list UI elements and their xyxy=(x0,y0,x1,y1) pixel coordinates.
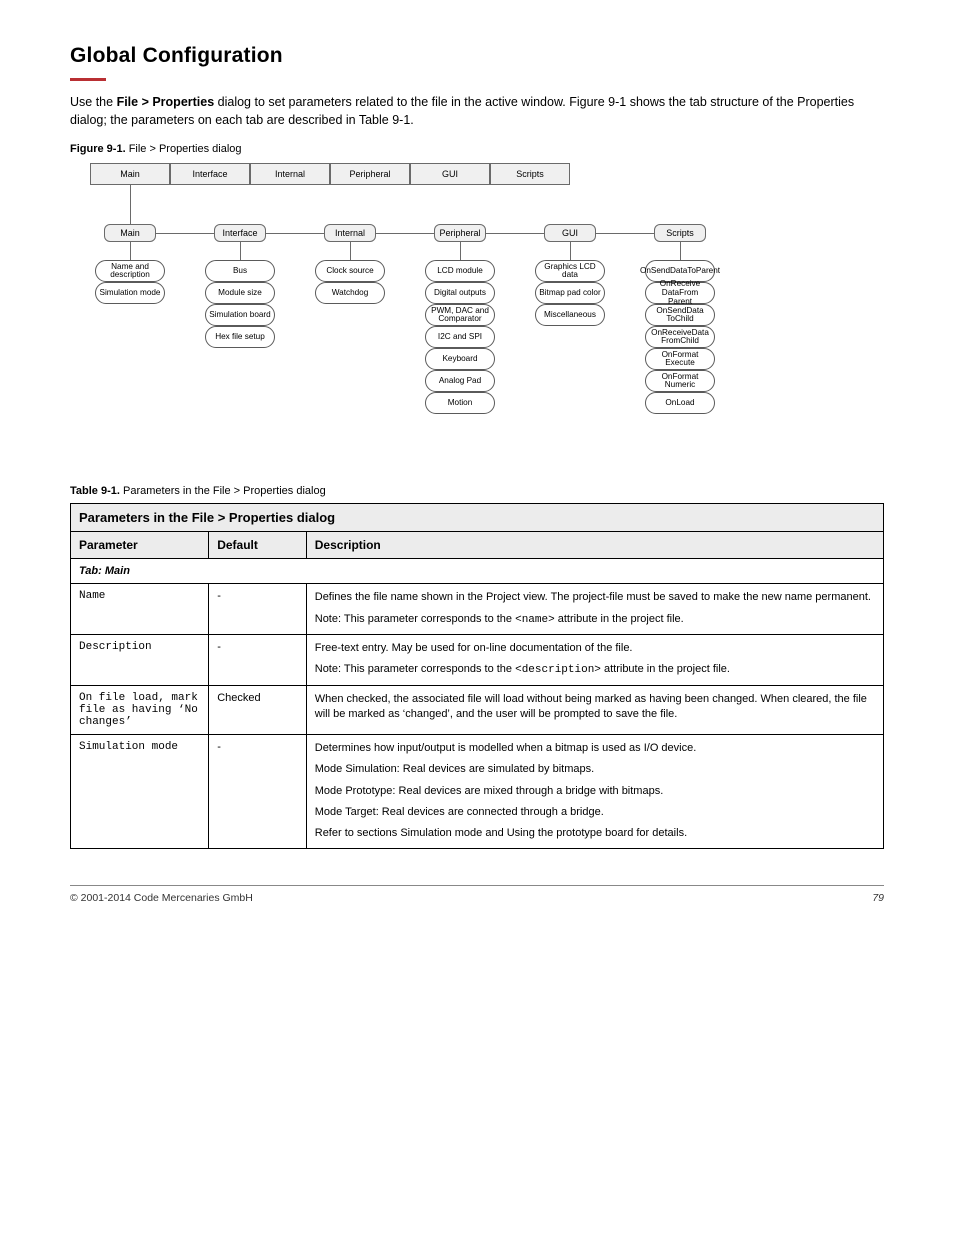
diagram-item: Clock source xyxy=(315,260,385,282)
diagram-branch: GUI xyxy=(544,224,596,242)
table-row: Simulation mode - Determines how input/o… xyxy=(71,734,884,848)
table-row: On file load, mark file as having ‘No ch… xyxy=(71,685,884,734)
diagram-item: PWM, DAC and Comparator xyxy=(425,304,495,326)
page-footer: © 2001-2014 Code Mercenaries GmbH 79 xyxy=(70,885,884,904)
diagram-tab: Scripts xyxy=(490,163,570,185)
diagram-branch: Interface xyxy=(214,224,266,242)
page-number: 79 xyxy=(872,892,884,904)
diagram-item: Bus xyxy=(205,260,275,282)
diagram-item: OnLoad xyxy=(645,392,715,414)
param-default: - xyxy=(209,584,307,635)
properties-dialog-diagram: Main Interface Internal Peripheral GUI S… xyxy=(70,163,710,463)
diagram-item: Graphics LCD data xyxy=(535,260,605,282)
properties-parameters-table: Parameters in the File > Properties dial… xyxy=(70,503,884,849)
figure-caption: Figure 9-1. File > Properties dialog xyxy=(70,143,884,155)
param-default: Checked xyxy=(209,685,307,734)
section-title: Global Configuration xyxy=(70,44,884,68)
diagram-item: Name and description xyxy=(95,260,165,282)
param-default: - xyxy=(209,734,307,848)
param-name: On file load, mark file as having ‘No ch… xyxy=(71,685,209,734)
param-default: - xyxy=(209,635,307,686)
param-description: Defines the file name shown in the Proje… xyxy=(306,584,883,635)
diagram-item: OnReceiveData FromChild xyxy=(645,326,715,348)
table-row: Description - Free-text entry. May be us… xyxy=(71,635,884,686)
diagram-item: OnFormat Numeric xyxy=(645,370,715,392)
param-name: Simulation mode xyxy=(71,734,209,848)
diagram-item: Digital outputs xyxy=(425,282,495,304)
param-name: Name xyxy=(71,584,209,635)
diagram-item: Hex file setup xyxy=(205,326,275,348)
diagram-branch: Main xyxy=(104,224,156,242)
param-description: Determines how input/output is modelled … xyxy=(306,734,883,848)
accent-line xyxy=(70,78,106,81)
param-description: When checked, the associated file will l… xyxy=(306,685,883,734)
diagram-tab: Main xyxy=(90,163,170,185)
diagram-tab: Peripheral xyxy=(330,163,410,185)
diagram-branch: Internal xyxy=(324,224,376,242)
diagram-item: OnReceive DataFrom Parent xyxy=(645,282,715,304)
diagram-item: I2C and SPI xyxy=(425,326,495,348)
footer-copyright: © 2001-2014 Code Mercenaries GmbH xyxy=(70,892,253,904)
diagram-item: Analog Pad xyxy=(425,370,495,392)
diagram-item: Watchdog xyxy=(315,282,385,304)
diagram-branch: Scripts xyxy=(654,224,706,242)
table-caption: Table 9-1. Parameters in the File > Prop… xyxy=(70,485,884,497)
diagram-item: OnSendData ToChild xyxy=(645,304,715,326)
param-description: Free-text entry. May be used for on-line… xyxy=(306,635,883,686)
diagram-item: Simulation mode xyxy=(95,282,165,304)
diagram-item: OnFormat Execute xyxy=(645,348,715,370)
diagram-item: Bitmap pad color xyxy=(535,282,605,304)
table-row: Name - Defines the file name shown in th… xyxy=(71,584,884,635)
table-title: Parameters in the File > Properties dial… xyxy=(71,504,884,532)
diagram-tab: Interface xyxy=(170,163,250,185)
diagram-item: Simulation board xyxy=(205,304,275,326)
diagram-item: Keyboard xyxy=(425,348,495,370)
diagram-item: Module size xyxy=(205,282,275,304)
table-group: Tab: Main xyxy=(71,559,884,584)
diagram-item: Motion xyxy=(425,392,495,414)
diagram-item: Miscellaneous xyxy=(535,304,605,326)
table-header: Default xyxy=(209,532,307,559)
diagram-tab: GUI xyxy=(410,163,490,185)
table-header: Parameter xyxy=(71,532,209,559)
diagram-branch: Peripheral xyxy=(434,224,486,242)
diagram-item: LCD module xyxy=(425,260,495,282)
intro-paragraph: Use the File > Properties dialog to set … xyxy=(70,93,884,129)
table-header: Description xyxy=(306,532,883,559)
diagram-tab: Internal xyxy=(250,163,330,185)
param-name: Description xyxy=(71,635,209,686)
